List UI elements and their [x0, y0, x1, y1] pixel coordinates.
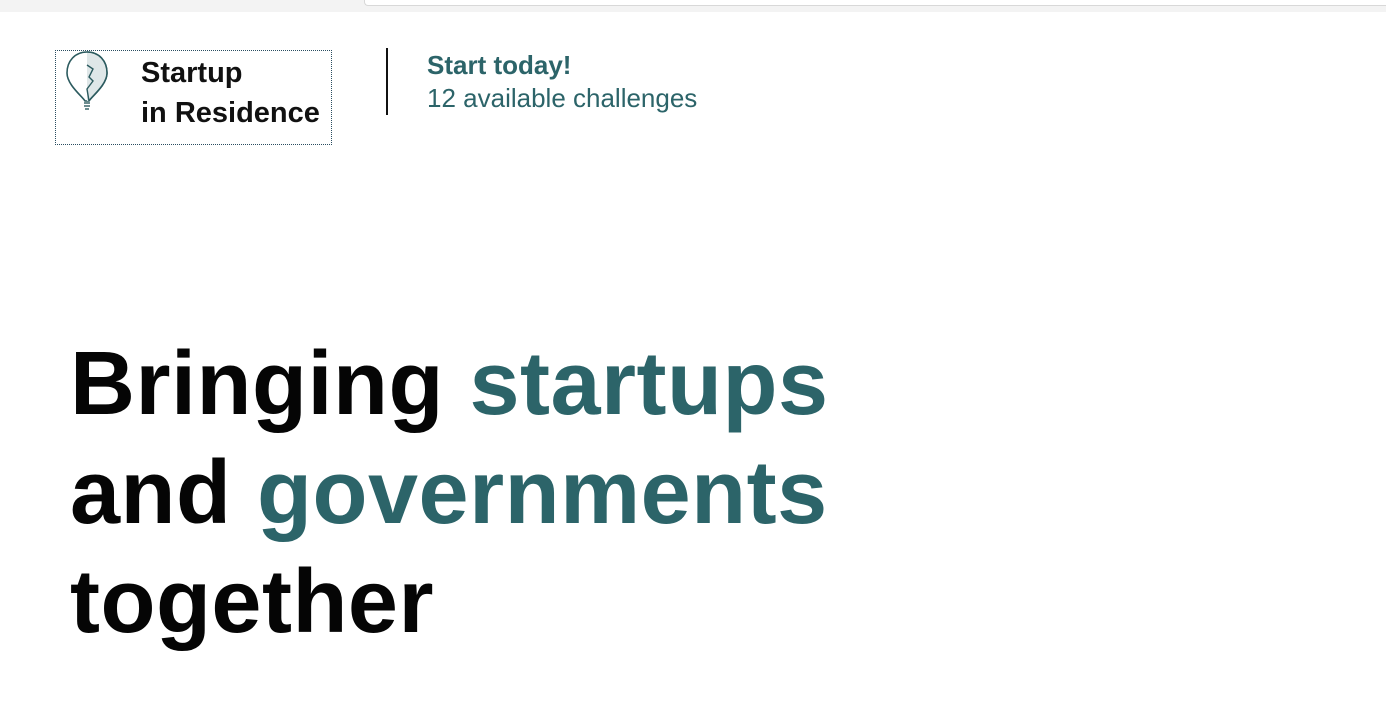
- hero-word-startups: startups: [469, 334, 829, 434]
- hero-word-governments: governments: [257, 443, 828, 543]
- start-today-link[interactable]: Start today! 12 available challenges: [427, 48, 697, 114]
- hero-word-and: and: [70, 443, 232, 543]
- page: Startup in Residence Start today! 12 ava…: [0, 12, 1386, 716]
- brand-name-line1: Startup: [141, 57, 243, 89]
- available-challenges-count: 12 available challenges: [427, 83, 698, 113]
- brand-name-line2: in Residence: [141, 97, 320, 129]
- hero-word-together: together: [70, 552, 434, 652]
- hero-word-bringing: Bringing: [70, 334, 444, 434]
- header-divider: [386, 48, 388, 115]
- home-logo-link[interactable]: Startup in Residence: [55, 50, 332, 145]
- hero-headline: Bringing startups and governments togeth…: [70, 330, 829, 657]
- lightbulb-icon: [66, 51, 108, 110]
- brand-name: Startup in Residence: [141, 53, 320, 133]
- browser-top-strip: [0, 0, 1386, 12]
- cta-title: Start today!: [427, 50, 572, 80]
- browser-tab-edge: [364, 0, 1386, 6]
